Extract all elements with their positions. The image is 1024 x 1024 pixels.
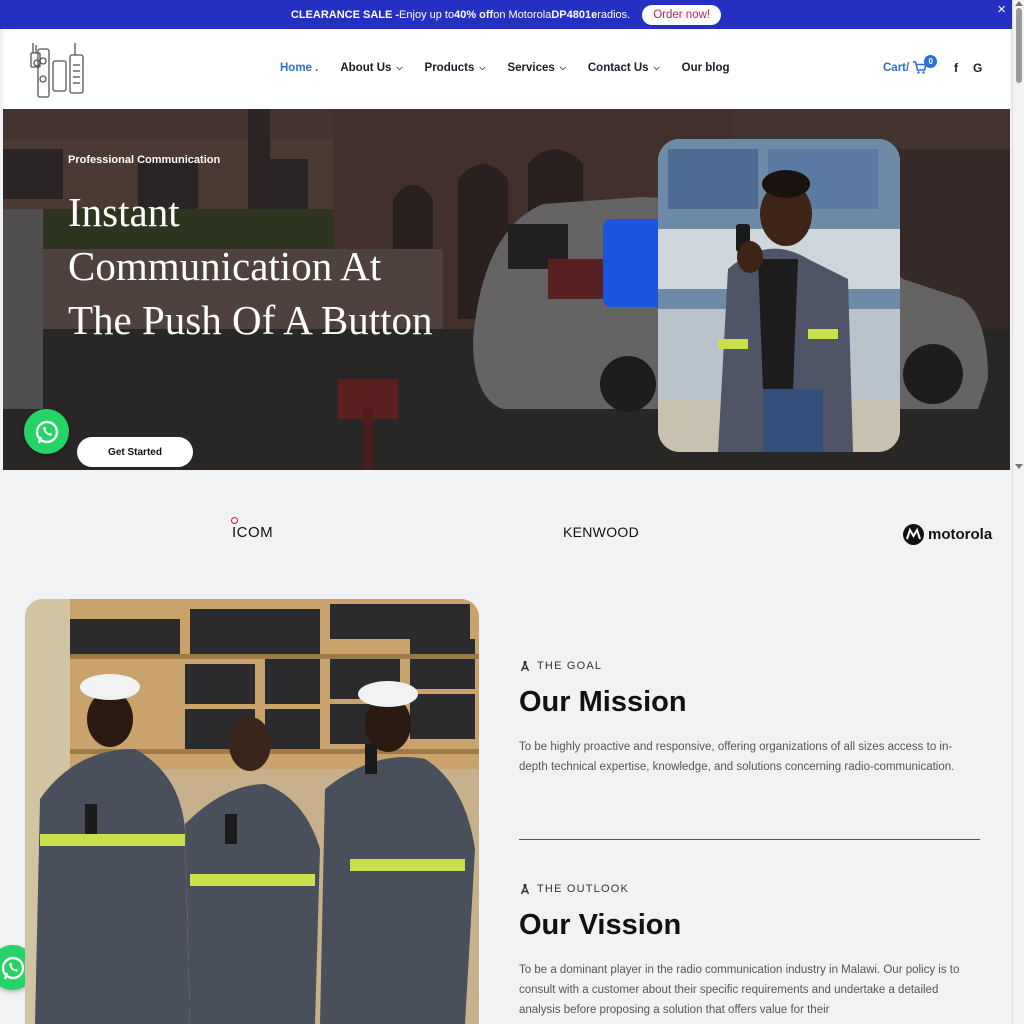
motorola-logo: motorola — [903, 524, 992, 545]
cart-icon: 0 — [913, 55, 938, 75]
vision-tag: THE OUTLOOK — [519, 883, 989, 895]
chevron-down-icon: ⌵ — [396, 63, 403, 72]
nav-home[interactable]: Home . — [280, 62, 318, 74]
vision-body: To be a dominant player in the radio com… — [519, 964, 960, 1016]
kenwood-logo-text: KENWOOD — [563, 524, 639, 540]
scrollbar-thumb[interactable] — [1016, 8, 1022, 83]
hero-title: Instant Communication At The Push Of A B… — [68, 189, 433, 343]
motorola-logo-text: motorola — [928, 526, 993, 543]
cart-count-badge: 0 — [924, 55, 938, 68]
mission-section: THE GOAL Our Mission To be highly proact… — [519, 660, 989, 777]
promo-prefix: CLEARANCE SALE - — [290, 8, 400, 21]
get-started-button[interactable]: Get Started — [77, 437, 193, 467]
facebook-icon[interactable]: f — [954, 61, 958, 75]
vision-title: Our Vission — [519, 909, 682, 941]
nav-services-label: Services — [507, 62, 555, 74]
cart-link[interactable]: Cart/ 0 — [883, 55, 938, 75]
nav-products-label: Products — [424, 62, 475, 74]
antenna-icon — [520, 883, 530, 895]
nav-about-us-label: About Us — [340, 62, 392, 74]
icom-logo-text: ICOM — [232, 524, 274, 541]
motorola-batwing-icon — [903, 524, 924, 545]
scrollbar[interactable] — [1012, 0, 1024, 1024]
mission-tag-label: THE GOAL — [537, 660, 603, 672]
promo-text-2: on Motorola — [493, 8, 552, 21]
nav-products[interactable]: Products ⌵ — [425, 62, 486, 74]
brand-logos: ICOM KENWOOD motorola — [0, 470, 1012, 590]
whatsapp-icon[interactable] — [24, 409, 69, 454]
cart-label: Cart/ — [883, 62, 910, 74]
nav-contact-us[interactable]: Contact Us ⌵ — [588, 62, 660, 74]
chevron-down-icon: ⌵ — [559, 63, 566, 72]
mission-title: Our Mission — [519, 686, 687, 718]
promo-percent: 40% off — [454, 8, 494, 21]
google-icon[interactable]: G — [973, 61, 982, 75]
hero-kicker: Professional Communication — [68, 154, 221, 166]
mission-body: To be highly proactive and responsive, o… — [519, 741, 955, 773]
promo-text-3: radios. — [597, 8, 631, 21]
close-icon[interactable]: × — [997, 1, 1006, 18]
site-header: Home . About Us ⌵ Products ⌵ Services ⌵ Con… — [3, 29, 1010, 109]
section-divider — [519, 839, 980, 840]
antenna-icon — [520, 660, 530, 672]
main-nav: Home . About Us ⌵ Products ⌵ Services ⌵ Con… — [280, 62, 752, 74]
promo-model: DP4801e — [551, 8, 598, 21]
icom-logo: ICOM — [231, 517, 274, 541]
order-now-button[interactable]: Order now! — [642, 4, 722, 25]
chevron-down-icon: ⌵ — [479, 63, 486, 72]
nav-services[interactable]: Services ⌵ — [507, 62, 565, 74]
promo-banner: CLEARANCE SALE - Enjoy up to 40% off on … — [0, 0, 1012, 29]
nav-about-us[interactable]: About Us ⌵ — [340, 62, 402, 74]
kenwood-logo: KENWOOD — [563, 524, 639, 540]
mission-tag: THE GOAL — [519, 660, 989, 672]
chevron-down-icon: ⌵ — [653, 63, 660, 72]
nav-our-blog[interactable]: Our blog — [682, 62, 730, 74]
nav-home-label: Home . — [280, 62, 319, 74]
hero-section: Professional Communication Instant Commu… — [3, 109, 1010, 470]
vision-tag-label: THE OUTLOOK — [537, 883, 630, 895]
vision-section: THE OUTLOOK Our Vission To be a dominant… — [519, 883, 989, 1021]
site-logo[interactable] — [27, 39, 89, 99]
team-photo — [25, 599, 479, 1024]
hero-person-photo — [658, 139, 900, 452]
nav-contact-us-label: Contact Us — [587, 62, 649, 74]
scroll-up-arrow-icon[interactable] — [1015, 1, 1023, 6]
nav-our-blog-label: Our blog — [681, 62, 730, 74]
scroll-down-arrow-icon[interactable] — [1015, 464, 1023, 469]
promo-text-1: Enjoy up to — [399, 8, 455, 21]
decorative-blue-block — [603, 219, 665, 307]
icom-dot-icon — [231, 517, 238, 524]
